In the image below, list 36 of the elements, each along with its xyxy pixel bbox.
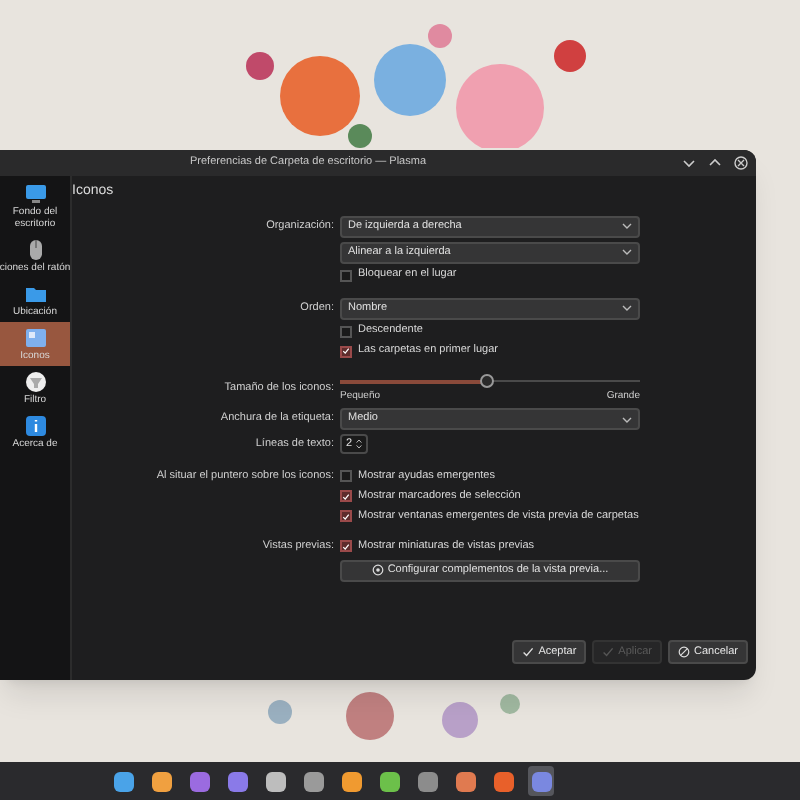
checkmark-icon xyxy=(522,646,535,658)
checkbox[interactable] xyxy=(340,470,352,483)
close-icon[interactable] xyxy=(734,156,748,170)
picture-icon xyxy=(23,326,47,350)
taskbar-app[interactable] xyxy=(186,766,212,796)
chevron-down-icon xyxy=(622,222,632,230)
checkbox[interactable] xyxy=(340,540,352,553)
taskbar-app[interactable] xyxy=(338,766,364,796)
checkbox[interactable] xyxy=(340,490,352,503)
cancel-icon xyxy=(677,646,690,658)
filter-icon xyxy=(23,370,47,394)
taskbar-app[interactable] xyxy=(452,766,478,796)
checkbox[interactable] xyxy=(340,269,352,281)
taskbar-app[interactable] xyxy=(224,766,250,796)
info-icon xyxy=(23,414,47,438)
checkbox[interactable] xyxy=(340,510,352,523)
taskbar-app[interactable] xyxy=(414,766,440,796)
monitor-icon xyxy=(23,182,47,206)
taskbar-app[interactable] xyxy=(110,766,136,796)
taskbar-app[interactable] xyxy=(376,766,402,796)
maximize-icon[interactable] xyxy=(708,156,722,170)
folder-icon xyxy=(23,282,47,306)
taskbar-app[interactable] xyxy=(490,766,516,796)
chevron-down-icon xyxy=(622,415,632,423)
checkmark-icon xyxy=(602,646,615,658)
slider[interactable] xyxy=(340,373,640,389)
taskbar-app[interactable] xyxy=(262,766,288,796)
taskbar-app[interactable] xyxy=(300,766,326,796)
checkbox[interactable] xyxy=(340,345,352,357)
taskbar-app[interactable] xyxy=(148,766,174,796)
checkbox[interactable] xyxy=(340,325,352,337)
minimize-icon[interactable] xyxy=(682,156,696,170)
chevron-down-icon xyxy=(622,304,632,312)
slider-handle[interactable] xyxy=(480,374,494,388)
spin-arrows-icon xyxy=(356,438,362,450)
chevron-down-icon xyxy=(622,248,632,256)
